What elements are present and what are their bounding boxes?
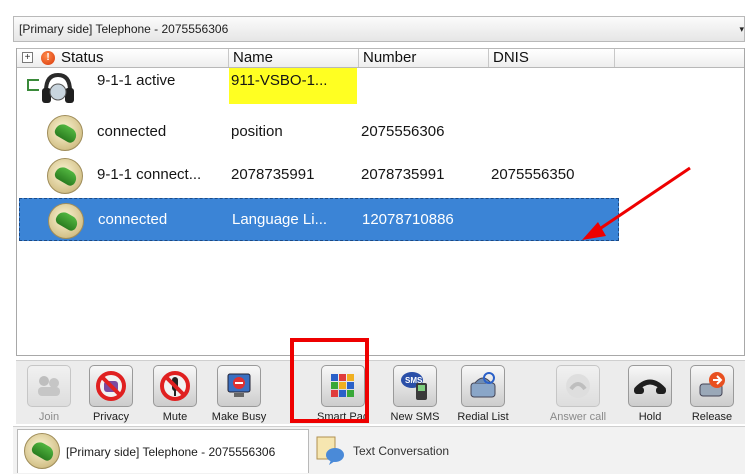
cell-name: 911-VSBO-1...	[231, 72, 328, 89]
telephone-window: [Primary side] Telephone - 2075556306 ▾ …	[13, 16, 745, 474]
column-header-status[interactable]: Status	[57, 49, 229, 67]
cell-number: 2075556306	[361, 123, 445, 140]
cell-name: 2078735991	[231, 166, 315, 183]
join-button[interactable]: Join	[17, 363, 81, 425]
hold-button[interactable]: Hold	[618, 363, 682, 425]
make-busy-icon	[217, 365, 261, 407]
tab-text-conversation[interactable]: Text Conversation	[309, 429, 474, 473]
hold-icon	[628, 365, 672, 407]
phone-icon	[47, 115, 83, 151]
sms-icon: SMS	[393, 365, 437, 407]
column-header-number[interactable]: Number	[359, 49, 489, 67]
text-conversation-icon	[316, 436, 344, 465]
tree-connector-icon	[27, 79, 39, 91]
cell-number: 12078710886	[362, 211, 454, 228]
release-icon	[690, 365, 734, 407]
mute-icon	[153, 365, 197, 407]
cell-status: 9-1-1 active	[97, 72, 176, 89]
release-button[interactable]: Release	[680, 363, 744, 425]
column-header-dnis[interactable]: DNIS	[489, 49, 615, 67]
privacy-icon	[89, 365, 133, 407]
column-header-name[interactable]: Name	[229, 49, 359, 67]
answer-call-button[interactable]: Answer call	[546, 363, 610, 425]
answer-call-label: Answer call	[549, 411, 607, 423]
call-toolbar: Join Privacy Mute Make Busy Smart Pad SM…	[16, 360, 745, 424]
cell-number: 2078735991	[361, 166, 445, 183]
release-label: Release	[691, 411, 733, 423]
new-sms-label: New SMS	[390, 411, 440, 423]
phone-icon	[47, 158, 83, 194]
cell-dnis: 2075556350	[491, 166, 575, 183]
answer-call-icon	[556, 365, 600, 407]
tab-telephone[interactable]: [Primary side] Telephone - 2075556306	[17, 429, 309, 473]
make-busy-button[interactable]: Make Busy	[207, 363, 271, 425]
headset-icon	[42, 72, 74, 103]
mute-button[interactable]: Mute	[143, 363, 207, 425]
tab-text-conversation-label: Text Conversation	[353, 444, 450, 458]
redial-list-button[interactable]: Redial List	[451, 363, 515, 425]
cell-status: connected	[97, 123, 167, 140]
phone-icon	[48, 203, 84, 239]
phone-icon	[24, 433, 60, 469]
new-sms-button[interactable]: SMS New SMS	[383, 363, 447, 425]
make-busy-label: Make Busy	[211, 411, 267, 423]
privacy-button[interactable]: Privacy	[79, 363, 143, 425]
title-dropdown-icon[interactable]: ▾	[734, 17, 744, 41]
smart-pad-annotation-box	[290, 338, 369, 423]
calls-grid: + ! Status Name Number DNIS 9-1-1 active…	[16, 48, 745, 356]
redial-icon	[461, 365, 505, 407]
join-icon	[27, 365, 71, 407]
table-row[interactable]: connected position 2075556306	[17, 111, 744, 154]
grid-header: + ! Status Name Number DNIS	[17, 48, 744, 68]
cell-status: connected	[98, 211, 168, 228]
cell-name: position	[231, 123, 283, 140]
table-row[interactable]: 9-1-1 connect... 2078735991 2078735991 2…	[17, 154, 744, 197]
table-row-selected[interactable]: connected Language Li... 12078710886	[19, 198, 619, 241]
window-title: [Primary side] Telephone - 2075556306	[19, 22, 229, 36]
bottom-tab-bar: [Primary side] Telephone - 2075556306 Te…	[13, 426, 745, 474]
cell-name: Language Li...	[232, 211, 328, 228]
cell-status: 9-1-1 connect...	[97, 166, 202, 183]
window-title-bar[interactable]: [Primary side] Telephone - 2075556306 ▾	[13, 16, 745, 42]
tab-telephone-label: [Primary side] Telephone - 2075556306	[66, 445, 276, 459]
expand-all-icon[interactable]: +	[22, 52, 33, 63]
table-row[interactable]: 9-1-1 active 911-VSBO-1...	[17, 68, 744, 111]
status-alert-icon: !	[41, 51, 55, 65]
redial-list-label: Redial List	[457, 411, 509, 423]
